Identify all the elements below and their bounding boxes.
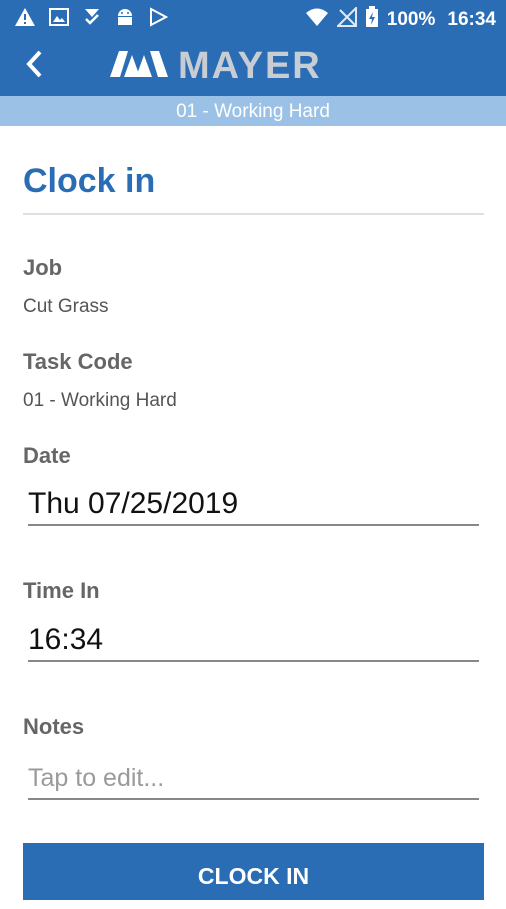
time-in-label: Time In bbox=[23, 578, 100, 603]
task-code-label: Task Code bbox=[23, 349, 133, 374]
notes-label: Notes bbox=[23, 714, 85, 739]
notes-field[interactable]: Tap to edit... bbox=[28, 758, 479, 800]
logo-text: MAYER bbox=[178, 45, 322, 87]
battery-charging-icon bbox=[365, 6, 379, 33]
chevron-left-icon bbox=[24, 49, 44, 84]
page-title: Clock in bbox=[23, 162, 156, 200]
task-code-value: 01 - Working Hard bbox=[23, 390, 177, 411]
status-right-icons: 100% 16:34 bbox=[305, 5, 496, 33]
download-check-icon bbox=[82, 7, 102, 32]
time-in-field[interactable]: 16:34 bbox=[28, 620, 479, 662]
date-label: Date bbox=[23, 443, 71, 468]
image-icon bbox=[49, 7, 69, 32]
battery-percent: 100% bbox=[386, 8, 436, 30]
android-icon bbox=[115, 7, 135, 32]
wifi-icon bbox=[305, 7, 329, 32]
job-value: Cut Grass bbox=[23, 296, 109, 317]
date-field[interactable]: Thu 07/25/2019 bbox=[28, 484, 479, 526]
warning-icon bbox=[14, 7, 36, 32]
task-subtitle-bar: 01 - Working Hard bbox=[0, 96, 506, 126]
status-bar: 100% 16:34 bbox=[0, 0, 506, 36]
app-bar: MAYER bbox=[0, 36, 506, 96]
mayer-logo: MAYER bbox=[110, 45, 322, 87]
mayer-logo-mark bbox=[110, 49, 168, 84]
clock-in-button[interactable]: CLOCK IN bbox=[23, 843, 484, 900]
no-signal-icon bbox=[335, 5, 357, 32]
status-left-icons bbox=[14, 7, 169, 32]
status-time: 16:34 bbox=[447, 8, 496, 30]
title-divider bbox=[23, 213, 484, 215]
play-store-icon bbox=[148, 7, 169, 32]
job-label: Job bbox=[23, 255, 63, 280]
back-button[interactable] bbox=[14, 46, 54, 86]
